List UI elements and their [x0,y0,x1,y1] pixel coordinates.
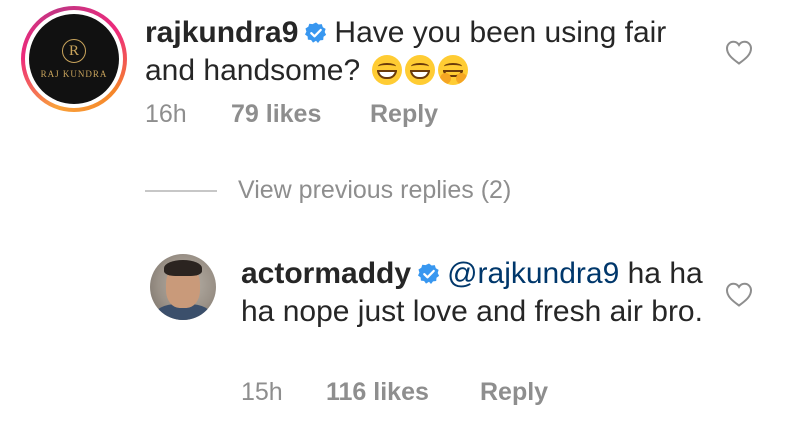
grinning-face-icon [404,55,435,85]
timestamp[interactable]: 16h [145,100,187,129]
view-previous-replies-label[interactable]: View previous replies (2) [238,176,511,205]
reply-actormaddy: actormaddy @rajkundra9 ha ha ha nope jus… [0,240,800,421]
timestamp[interactable]: 15h [241,378,283,407]
likes-count[interactable]: 116 likes [326,378,429,407]
comment-rajkundra9: R RAJ KUNDRA rajkundra9 Have you been us… [0,0,800,150]
comment-body: actormaddy @rajkundra9 ha ha ha nope jus… [241,255,711,331]
verified-badge-icon [305,22,327,43]
reply-button[interactable]: Reply [370,100,438,129]
comment-body: rajkundra9 Have you been using fair and … [145,14,705,90]
avatar[interactable]: R RAJ KUNDRA [21,6,127,112]
divider [145,190,217,192]
hugging-face-icon [437,55,468,85]
raj-kundra-logo: R RAJ KUNDRA [29,14,119,104]
view-previous-replies[interactable]: View previous replies (2) [0,176,800,208]
username-link[interactable]: rajkundra9 [145,16,298,49]
grinning-face-icon [371,55,402,85]
verified-badge-icon [418,263,440,284]
likes-count[interactable]: 79 likes [231,100,321,129]
logo-mark: R [62,39,86,63]
mention-link[interactable]: @rajkundra9 [447,257,619,290]
heart-outline-icon[interactable] [724,38,754,66]
avatar[interactable] [150,254,216,320]
logo-text: RAJ KUNDRA [40,69,108,79]
heart-outline-icon[interactable] [724,280,754,308]
reply-button[interactable]: Reply [480,378,548,407]
username-link[interactable]: actormaddy [241,257,411,290]
